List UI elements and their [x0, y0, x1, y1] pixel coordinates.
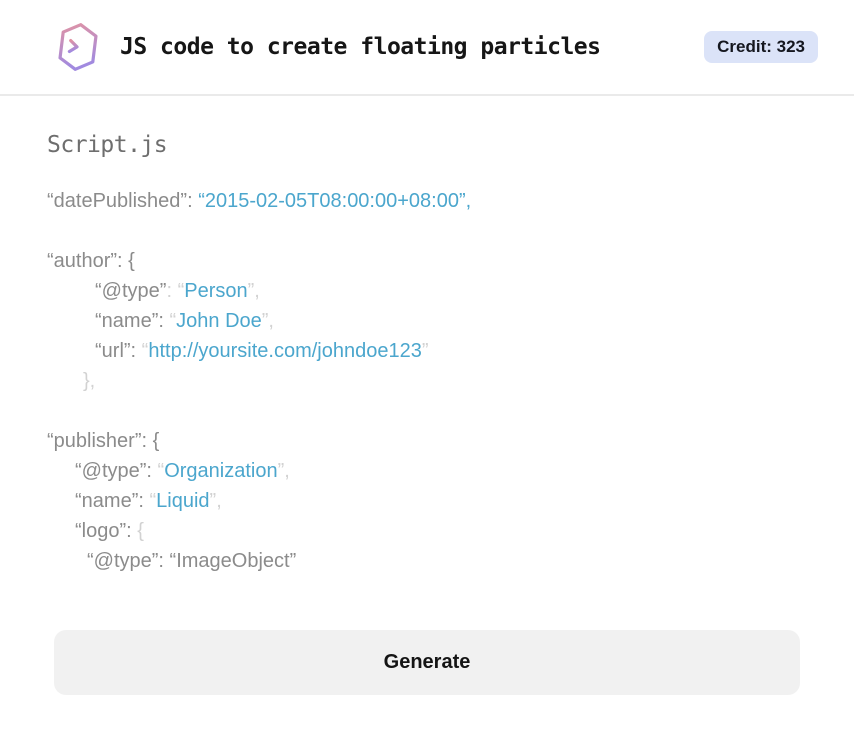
button-row: Generate [0, 630, 854, 695]
code-segment: http://yoursite.com/johndoe123 [148, 340, 422, 362]
code-segment: “datePublished”: [47, 190, 199, 212]
code-segment: “author”: { [47, 250, 135, 272]
generate-button[interactable]: Generate [54, 630, 800, 695]
header: JS code to create floating particles Cre… [0, 0, 854, 96]
code-segment: ”, [247, 280, 260, 302]
credit-badge: Credit: 323 [704, 31, 818, 63]
code-segment: John Doe [176, 310, 262, 332]
code-segment: “name”: [95, 310, 170, 332]
code-line: “datePublished”: “2015-02-05T08:00:00+08… [47, 186, 807, 216]
code-segment: ”, [261, 310, 274, 332]
main-content: Script.js “datePublished”: “2015-02-05T0… [0, 132, 854, 576]
code-line: “logo”: { [47, 516, 807, 546]
code-line: “@type”: “ImageObject” [47, 546, 807, 576]
script-filename: Script.js [47, 132, 168, 158]
code-line: “name”: “John Doe”, [47, 306, 807, 336]
code-segment: “name”: [75, 490, 150, 512]
code-segment: : [166, 280, 178, 302]
code-segment: Liquid [156, 490, 210, 512]
code-line: “publisher”: { [47, 426, 807, 456]
code-segment: “@type”: “ImageObject” [87, 550, 297, 572]
page-title: JS code to create floating particles [120, 34, 601, 60]
code-segment: Person [184, 280, 248, 302]
code-segment: “url”: [95, 340, 142, 362]
code-segment: “2015-02-05T08:00:00+08:00”, [198, 190, 472, 212]
code-segment: { [137, 520, 144, 542]
code-segment: Organization [164, 460, 278, 482]
code-line: }, [47, 366, 807, 396]
code-line: “url”: “http://yoursite.com/johndoe123” [47, 336, 807, 366]
code-segment: }, [83, 370, 96, 392]
code-segment: “logo”: [75, 520, 138, 542]
code-line: “author”: { [47, 246, 807, 276]
code-line: “@type”: “Organization”, [47, 456, 807, 486]
code-block: “datePublished”: “2015-02-05T08:00:00+08… [47, 186, 807, 576]
code-segment: ”, [277, 460, 290, 482]
code-segment: “@type” [95, 280, 167, 302]
code-segment: ” [421, 340, 429, 362]
code-segment: “@type”: [75, 460, 158, 482]
code-line: “name”: “Liquid”, [47, 486, 807, 516]
terminal-hexagon-icon [56, 21, 100, 73]
code-segment: “publisher”: { [47, 430, 160, 452]
code-segment: ”, [209, 490, 222, 512]
code-line: “@type”: “Person”, [47, 276, 807, 306]
